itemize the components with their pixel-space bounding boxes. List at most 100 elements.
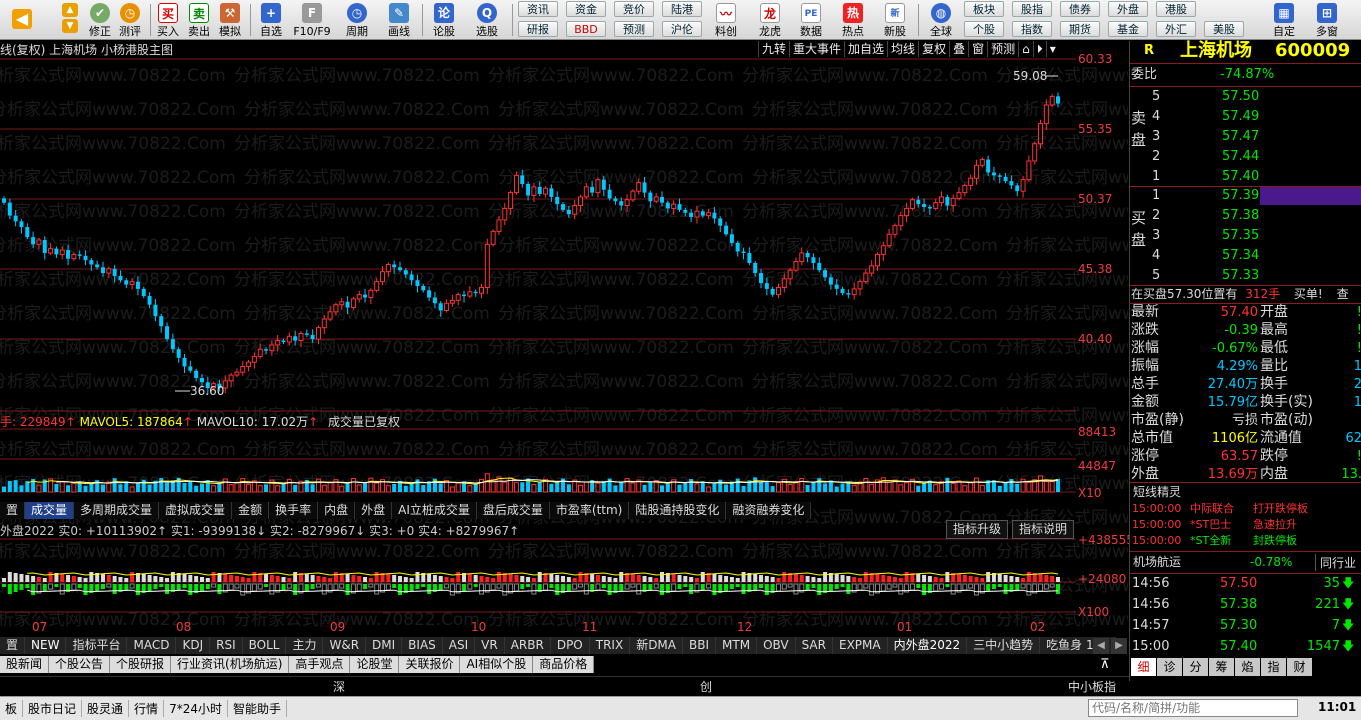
toolbar-link-button[interactable]: 资讯 <box>518 1 558 17</box>
indicator-tab[interactable]: 置 <box>0 637 26 654</box>
toolbar-link-button[interactable]: 竞价 <box>614 1 654 17</box>
chart-tool-button[interactable]: 叠 <box>949 41 968 57</box>
panel-tab[interactable]: 指 <box>1261 658 1286 676</box>
hot-button[interactable]: 热热点 <box>834 1 872 39</box>
volume-subtab[interactable]: AI立桩成交量 <box>392 502 477 519</box>
toolbar-link-button[interactable]: 预测 <box>614 21 654 37</box>
review-button[interactable]: ◷ 测评 <box>116 1 144 39</box>
buy-button[interactable]: 买买入 <box>154 1 182 39</box>
news-tab[interactable]: 股新闻 <box>0 656 50 673</box>
toolbar-link-button[interactable]: 美股 <box>1204 21 1244 37</box>
indicator-tab[interactable]: 指标平台 <box>66 637 128 654</box>
chart-tool-button[interactable]: 窗 <box>968 41 987 57</box>
news-tab[interactable]: 个股研报 <box>110 656 172 673</box>
signal-stock[interactable]: *ST全新 <box>1190 533 1231 549</box>
search-input[interactable] <box>1088 699 1298 717</box>
volume-subtab[interactable]: 多周期成交量 <box>74 502 160 519</box>
chart-tool-button[interactable]: 加自选 <box>844 41 887 57</box>
ask-price[interactable]: 57.47 <box>1222 127 1259 146</box>
indicator-tab[interactable]: RSI <box>210 637 243 654</box>
indicator-tab[interactable]: EXPMA <box>832 637 888 654</box>
indicator-tab[interactable]: MTM <box>716 637 758 654</box>
news-tab[interactable]: 关联报价 <box>399 656 461 673</box>
ticker-item[interactable]: 中小板指 <box>1068 678 1116 695</box>
signal-stock[interactable]: 中际联合 <box>1190 501 1234 517</box>
volume-subtab[interactable]: 金额 <box>232 502 270 519</box>
chart-tool-button[interactable]: 均线 <box>887 41 918 57</box>
status-link[interactable]: 7*24小时 <box>164 700 228 717</box>
volume-subtab[interactable]: 外盘 <box>355 502 393 519</box>
ask-price[interactable]: 57.50 <box>1222 87 1259 106</box>
panel-tab[interactable]: 焰 <box>1235 658 1260 676</box>
sell-button[interactable]: 卖卖出 <box>185 1 213 39</box>
multi-window-button[interactable]: ⊞ 多窗 <box>1308 1 1346 39</box>
status-link[interactable]: 股市日记 <box>23 700 83 717</box>
toolbar-link-button[interactable]: 个股 <box>964 21 1004 37</box>
indicator-tab[interactable]: 三中小趋势 <box>967 637 1041 654</box>
indicator-tab[interactable]: ARBR <box>504 637 551 654</box>
signal-stock[interactable]: *ST巴士 <box>1190 517 1231 533</box>
pe-data-button[interactable]: PE 数据 <box>792 1 830 39</box>
discuss-button[interactable]: 论论股 <box>428 1 460 39</box>
news-tab[interactable]: 论股堂 <box>350 656 400 673</box>
dragon-tiger-button[interactable]: 龙龙虎 <box>750 1 790 39</box>
indicator-tab[interactable]: BIAS <box>402 637 443 654</box>
indicator-tab[interactable]: KDJ <box>176 637 211 654</box>
status-link[interactable]: 智能助手 <box>228 700 287 717</box>
news-tab[interactable]: AI相似个股 <box>460 656 534 673</box>
ticker-item[interactable]: 深 <box>333 678 345 695</box>
panel-tab[interactable]: 筹 <box>1209 658 1234 676</box>
ask-price[interactable]: 57.44 <box>1222 147 1259 166</box>
toolbar-link-button[interactable]: 基金 <box>1108 21 1148 37</box>
back-button[interactable]: ◀ <box>2 1 42 39</box>
scroll-left-icon[interactable]: ◀ <box>1093 638 1109 654</box>
status-link[interactable]: 行情 <box>129 700 165 717</box>
toolbar-link-button[interactable]: 股指 <box>1012 1 1052 17</box>
ask-price[interactable]: 57.49 <box>1222 107 1259 126</box>
sector-name[interactable]: 机场航运 <box>1133 553 1181 572</box>
correct-button[interactable]: ✔ 修正 <box>86 1 114 39</box>
status-link[interactable]: 股灵通 <box>82 700 130 717</box>
indicator-tab[interactable]: 内外盘2022 <box>887 637 968 654</box>
toolbar-link-button[interactable]: 港股 <box>1156 1 1196 17</box>
f10-button[interactable]: F F10/F9 <box>292 1 332 39</box>
customize-button[interactable]: ▦ 自定 <box>1265 1 1303 39</box>
indicator-tab[interactable]: 新DMA <box>630 637 683 654</box>
ticker-item[interactable]: 创 <box>700 678 712 695</box>
toolbar-link-button[interactable]: 外汇 <box>1156 21 1196 37</box>
toolbar-link-button[interactable]: 沪伦 <box>662 21 702 37</box>
volume-subtab[interactable]: 成交量 <box>25 502 75 519</box>
query-link[interactable]: 查 <box>1337 287 1349 301</box>
toolbar-link-button[interactable]: 债券 <box>1060 1 1100 17</box>
indicator-tab[interactable]: TRIX <box>589 637 631 654</box>
volume-subtab[interactable]: 陆股通持股变化 <box>629 502 727 519</box>
toolbar-link-button[interactable]: 陆港 <box>662 1 702 17</box>
indicator-upgrade-button[interactable]: 指标升级 <box>946 520 1009 539</box>
chart-tool-button[interactable]: ⌂ <box>1018 41 1033 57</box>
chart-tool-button[interactable]: 预测 <box>987 41 1018 57</box>
bid-price[interactable]: 57.34 <box>1222 246 1259 265</box>
panel-tab[interactable]: 分 <box>1183 658 1208 676</box>
volume-subtab[interactable]: 融资融券变化 <box>726 502 812 519</box>
draw-line-button[interactable]: ✎ 画线 <box>383 1 415 39</box>
indicator-tab[interactable]: SAR <box>795 637 833 654</box>
indicator-tab[interactable]: DPO <box>550 637 590 654</box>
toolbar-link-button[interactable]: 研报 <box>518 21 558 37</box>
toolbar-link-button[interactable]: 指数 <box>1012 21 1052 37</box>
period-button[interactable]: ◷ 周期 <box>338 1 376 39</box>
pin-icon[interactable]: ⊼ <box>1100 657 1110 672</box>
indicator-tab[interactable]: DMI <box>366 637 403 654</box>
status-link[interactable]: 板 <box>0 700 24 717</box>
toolbar-link-button[interactable]: 资金 <box>566 1 606 17</box>
bid-price[interactable]: 57.33 <box>1222 266 1259 285</box>
panel-tab[interactable]: 诊 <box>1157 658 1182 676</box>
indicator-tab[interactable]: VR <box>475 637 505 654</box>
indicator-tab[interactable]: OBV <box>757 637 796 654</box>
simulate-button[interactable]: ⚒ 模拟 <box>216 1 244 39</box>
indicator-tab[interactable]: NEW <box>25 637 67 654</box>
toolbar-link-button[interactable]: BBD <box>566 21 606 37</box>
panel-tab[interactable]: 财 <box>1287 658 1312 676</box>
up-down-button[interactable]: ▲ ▼ <box>56 1 84 39</box>
bid-price[interactable]: 57.39 <box>1222 186 1259 205</box>
global-button[interactable]: ◍ 全球 <box>922 1 960 39</box>
